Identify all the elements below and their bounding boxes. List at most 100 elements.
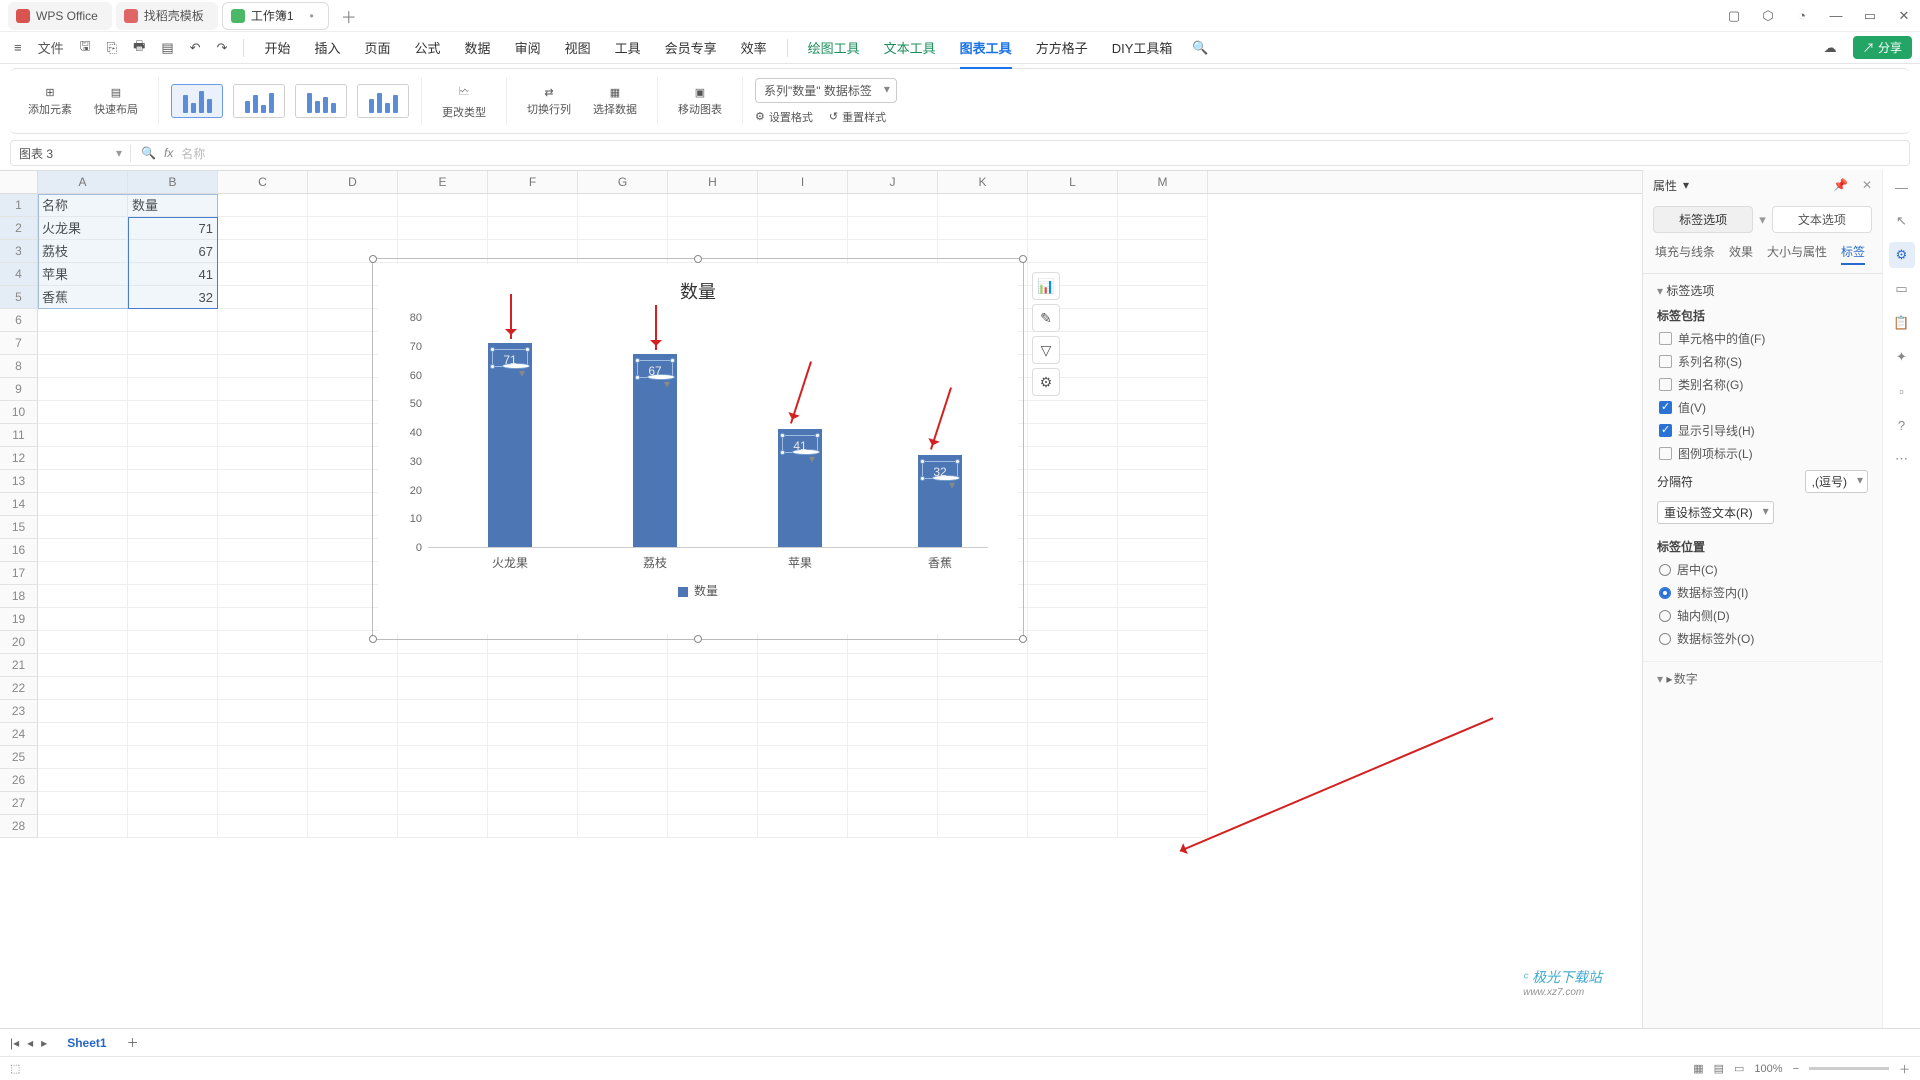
minimize-icon[interactable]: — bbox=[1828, 8, 1844, 23]
quick-layout-button[interactable]: ▤快速布局 bbox=[86, 86, 146, 117]
column-header[interactable]: I bbox=[758, 171, 848, 193]
cell[interactable] bbox=[848, 217, 938, 240]
cell[interactable] bbox=[128, 401, 218, 424]
cell[interactable] bbox=[308, 700, 398, 723]
row-header[interactable]: 4 bbox=[0, 263, 38, 286]
cell[interactable] bbox=[1028, 539, 1118, 562]
cell[interactable] bbox=[1118, 470, 1208, 493]
row-header[interactable]: 25 bbox=[0, 746, 38, 769]
cell[interactable] bbox=[1028, 240, 1118, 263]
app-tab-workbook[interactable]: 工作簿1• bbox=[222, 2, 329, 30]
cell[interactable] bbox=[218, 378, 308, 401]
fx-label[interactable]: fx bbox=[164, 146, 173, 160]
cell[interactable] bbox=[1118, 401, 1208, 424]
cell[interactable] bbox=[758, 769, 848, 792]
row-header[interactable]: 22 bbox=[0, 677, 38, 700]
cell[interactable] bbox=[848, 746, 938, 769]
change-type-button[interactable]: 🗠更改类型 bbox=[434, 83, 494, 120]
cell[interactable] bbox=[38, 309, 128, 332]
cell[interactable] bbox=[1118, 562, 1208, 585]
subtab-label[interactable]: 标签 bbox=[1841, 243, 1865, 265]
chart-bar[interactable]: 67 bbox=[633, 354, 677, 547]
chart-bar[interactable]: 71 bbox=[488, 343, 532, 547]
cell[interactable] bbox=[848, 769, 938, 792]
cell[interactable] bbox=[128, 700, 218, 723]
spark-icon[interactable]: ✦ bbox=[1889, 344, 1915, 370]
cell[interactable] bbox=[1118, 631, 1208, 654]
cell[interactable] bbox=[128, 815, 218, 838]
cell[interactable] bbox=[1028, 677, 1118, 700]
tab-formula[interactable]: 公式 bbox=[405, 32, 451, 63]
cell[interactable] bbox=[1118, 792, 1208, 815]
cell[interactable] bbox=[128, 585, 218, 608]
cell[interactable] bbox=[1118, 746, 1208, 769]
zoom-out-icon[interactable]: − bbox=[1793, 1063, 1799, 1075]
tab-data[interactable]: 数据 bbox=[455, 32, 501, 63]
cell[interactable] bbox=[218, 263, 308, 286]
row-header[interactable]: 13 bbox=[0, 470, 38, 493]
cell[interactable] bbox=[1118, 263, 1208, 286]
cell[interactable] bbox=[308, 194, 398, 217]
tab-fangfang[interactable]: 方方格子 bbox=[1026, 32, 1098, 63]
cell[interactable] bbox=[578, 792, 668, 815]
cell[interactable] bbox=[38, 631, 128, 654]
row-header[interactable]: 20 bbox=[0, 631, 38, 654]
cell[interactable] bbox=[578, 194, 668, 217]
cell[interactable] bbox=[128, 769, 218, 792]
row-header[interactable]: 2 bbox=[0, 217, 38, 240]
tab-text-tools[interactable]: 文本工具 bbox=[874, 32, 946, 63]
section-label-options[interactable]: 标签选项 bbox=[1657, 282, 1868, 299]
chevron-down-icon[interactable]: ▾ bbox=[1683, 178, 1689, 192]
cell[interactable] bbox=[218, 631, 308, 654]
cell[interactable] bbox=[1118, 378, 1208, 401]
cell[interactable] bbox=[38, 493, 128, 516]
redo-icon[interactable]: ↷ bbox=[211, 36, 234, 60]
app-tab-templates[interactable]: 找稻壳模板 bbox=[116, 2, 218, 30]
column-header[interactable]: H bbox=[668, 171, 758, 193]
subtab-size[interactable]: 大小与属性 bbox=[1767, 243, 1827, 265]
data-label[interactable]: 71 bbox=[503, 353, 516, 367]
row-header[interactable]: 28 bbox=[0, 815, 38, 838]
chart-style-4[interactable] bbox=[357, 84, 409, 118]
chart-elements-button[interactable]: 📊 bbox=[1032, 272, 1060, 300]
move-chart-button[interactable]: ▣移动图表 bbox=[670, 86, 730, 117]
tab-vip[interactable]: 会员专享 bbox=[655, 32, 727, 63]
cloud-icon[interactable]: ☁ bbox=[1818, 36, 1843, 60]
column-header[interactable]: J bbox=[848, 171, 938, 193]
zoom-in-icon[interactable]: ＋ bbox=[1899, 1061, 1910, 1077]
cell[interactable] bbox=[1028, 194, 1118, 217]
cell[interactable] bbox=[308, 746, 398, 769]
section-number[interactable]: ▸ 数字 bbox=[1657, 670, 1868, 687]
cell[interactable] bbox=[1118, 240, 1208, 263]
row-header[interactable]: 7 bbox=[0, 332, 38, 355]
cell[interactable] bbox=[218, 562, 308, 585]
cell[interactable] bbox=[218, 608, 308, 631]
cell[interactable] bbox=[848, 700, 938, 723]
cell[interactable] bbox=[128, 723, 218, 746]
tab-tools[interactable]: 工具 bbox=[605, 32, 651, 63]
cell[interactable] bbox=[218, 654, 308, 677]
cell[interactable] bbox=[668, 769, 758, 792]
cell[interactable] bbox=[128, 378, 218, 401]
cell[interactable] bbox=[398, 654, 488, 677]
cell[interactable] bbox=[1028, 654, 1118, 677]
cell[interactable] bbox=[128, 746, 218, 769]
tab-draw-tools[interactable]: 绘图工具 bbox=[798, 32, 870, 63]
cell[interactable] bbox=[578, 746, 668, 769]
cell[interactable] bbox=[218, 723, 308, 746]
cell[interactable] bbox=[1118, 815, 1208, 838]
tab-insert[interactable]: 插入 bbox=[305, 32, 351, 63]
cell[interactable] bbox=[38, 654, 128, 677]
cell[interactable] bbox=[1028, 746, 1118, 769]
cell[interactable] bbox=[128, 424, 218, 447]
cell[interactable] bbox=[218, 286, 308, 309]
cell[interactable] bbox=[668, 194, 758, 217]
tab-start[interactable]: 开始 bbox=[254, 32, 300, 63]
tab-view[interactable]: 视图 bbox=[555, 32, 601, 63]
row-header[interactable]: 15 bbox=[0, 516, 38, 539]
cell[interactable]: 71 bbox=[128, 217, 218, 240]
cell[interactable] bbox=[488, 677, 578, 700]
book-icon[interactable]: ▫ bbox=[1889, 378, 1915, 404]
cell[interactable] bbox=[218, 677, 308, 700]
cell[interactable] bbox=[1118, 447, 1208, 470]
